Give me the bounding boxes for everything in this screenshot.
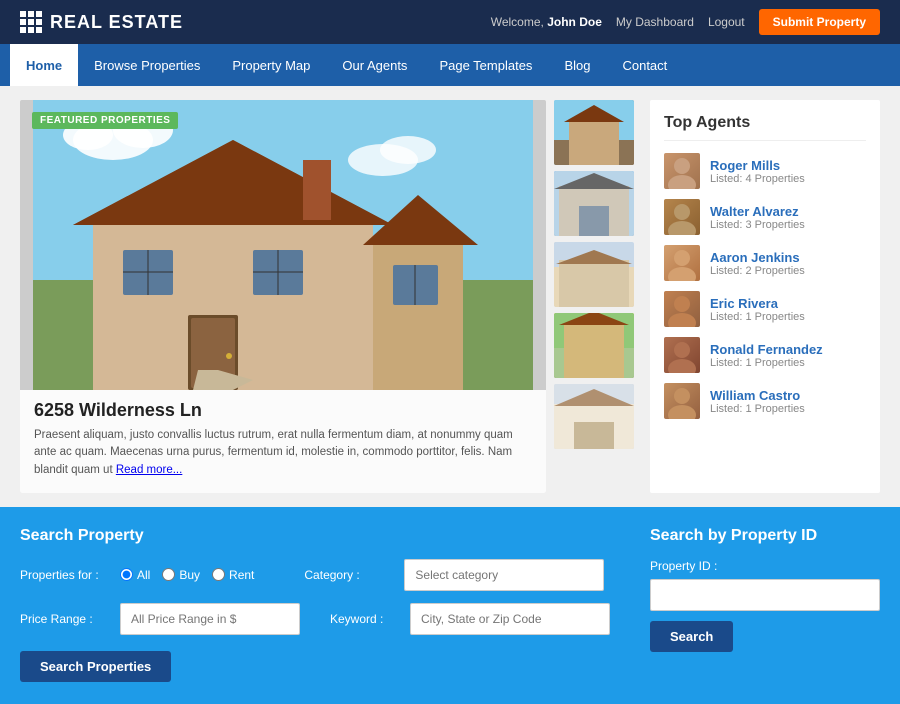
logo-text: REAL ESTATE bbox=[50, 12, 183, 33]
agent-avatar-6 bbox=[664, 383, 700, 419]
featured-description: Praesent aliquam, justo convallis luctus… bbox=[34, 427, 532, 479]
header-right: Welcome, John Doe My Dashboard Logout Su… bbox=[491, 9, 880, 35]
agent-listed-2: Listed: 3 Properties bbox=[710, 219, 805, 231]
nav-property-map[interactable]: Property Map bbox=[216, 44, 326, 86]
main-nav: Home Browse Properties Property Map Our … bbox=[0, 44, 900, 86]
nav-browse-properties[interactable]: Browse Properties bbox=[78, 44, 216, 86]
thumbnail-3[interactable] bbox=[554, 242, 634, 307]
logo-icon bbox=[20, 11, 42, 33]
featured-caption: 6258 Wilderness Ln Praesent aliquam, jus… bbox=[20, 390, 546, 493]
thumbnail-4[interactable] bbox=[554, 313, 634, 378]
read-more-link[interactable]: Read more... bbox=[116, 464, 182, 476]
property-id-input[interactable] bbox=[650, 579, 880, 611]
logout-link[interactable]: Logout bbox=[708, 15, 745, 29]
agent-avatar-5 bbox=[664, 337, 700, 373]
category-input[interactable] bbox=[404, 559, 604, 591]
price-range-row: Price Range : Keyword : bbox=[20, 603, 630, 635]
agent-avatar-3 bbox=[664, 245, 700, 281]
featured-title: 6258 Wilderness Ln bbox=[34, 400, 532, 421]
agent-info-6: William Castro Listed: 1 Properties bbox=[710, 388, 805, 415]
properties-for-row: Properties for : All Buy Rent Category : bbox=[20, 559, 630, 591]
agent-info-2: Walter Alvarez Listed: 3 Properties bbox=[710, 204, 805, 231]
agent-listed-3: Listed: 2 Properties bbox=[710, 265, 805, 277]
keyword-input[interactable] bbox=[410, 603, 610, 635]
thumbnail-2[interactable] bbox=[554, 171, 634, 236]
agent-listed-1: Listed: 4 Properties bbox=[710, 173, 805, 185]
featured-image bbox=[20, 100, 546, 390]
nav-contact[interactable]: Contact bbox=[606, 44, 683, 86]
agent-avatar-1 bbox=[664, 153, 700, 189]
featured-main: FEATURED PROPERTIES bbox=[20, 100, 546, 493]
agent-name-5[interactable]: Ronald Fernandez bbox=[710, 342, 823, 357]
thumbnail-5[interactable] bbox=[554, 384, 634, 449]
radio-buy-label: Buy bbox=[162, 568, 200, 582]
dashboard-link[interactable]: My Dashboard bbox=[616, 15, 694, 29]
search-id-button[interactable]: Search bbox=[650, 621, 733, 652]
thumbnail-1[interactable] bbox=[554, 100, 634, 165]
nav-page-templates[interactable]: Page Templates bbox=[423, 44, 548, 86]
price-range-input[interactable] bbox=[120, 603, 300, 635]
nav-our-agents[interactable]: Our Agents bbox=[326, 44, 423, 86]
agents-panel: Top Agents Roger Mills Listed: 4 Propert… bbox=[650, 100, 880, 493]
radio-group: All Buy Rent bbox=[120, 568, 254, 582]
property-id-label: Property ID : bbox=[650, 559, 880, 573]
agent-info-5: Ronald Fernandez Listed: 1 Properties bbox=[710, 342, 823, 369]
agents-title: Top Agents bbox=[664, 114, 866, 141]
agent-item: Aaron Jenkins Listed: 2 Properties bbox=[664, 245, 866, 281]
agent-listed-5: Listed: 1 Properties bbox=[710, 357, 823, 369]
featured-section: FEATURED PROPERTIES bbox=[20, 100, 634, 493]
agent-name-2[interactable]: Walter Alvarez bbox=[710, 204, 805, 219]
welcome-text: Welcome, John Doe bbox=[491, 15, 602, 29]
agent-info-4: Eric Rivera Listed: 1 Properties bbox=[710, 296, 805, 323]
radio-buy[interactable] bbox=[162, 568, 175, 581]
search-property-panel: Search Property Properties for : All Buy… bbox=[20, 527, 630, 682]
featured-badge: FEATURED PROPERTIES bbox=[32, 112, 178, 129]
agent-item: Ronald Fernandez Listed: 1 Properties bbox=[664, 337, 866, 373]
search-by-id-title: Search by Property ID bbox=[650, 527, 880, 545]
keyword-label: Keyword : bbox=[330, 612, 400, 626]
search-section: Search Property Properties for : All Buy… bbox=[0, 507, 900, 704]
category-label: Category : bbox=[304, 568, 394, 582]
radio-rent-label: Rent bbox=[212, 568, 254, 582]
agent-info-3: Aaron Jenkins Listed: 2 Properties bbox=[710, 250, 805, 277]
agent-avatar-4 bbox=[664, 291, 700, 327]
logo: REAL ESTATE bbox=[20, 11, 183, 33]
nav-blog[interactable]: Blog bbox=[548, 44, 606, 86]
properties-for-label: Properties for : bbox=[20, 568, 110, 582]
agent-item: Walter Alvarez Listed: 3 Properties bbox=[664, 199, 866, 235]
agent-name-6[interactable]: William Castro bbox=[710, 388, 805, 403]
radio-all-label: All bbox=[120, 568, 150, 582]
agent-name-1[interactable]: Roger Mills bbox=[710, 158, 805, 173]
agent-info-1: Roger Mills Listed: 4 Properties bbox=[710, 158, 805, 185]
submit-property-button[interactable]: Submit Property bbox=[759, 9, 880, 35]
nav-home[interactable]: Home bbox=[10, 44, 78, 86]
user-name: John Doe bbox=[547, 15, 602, 29]
price-range-label: Price Range : bbox=[20, 612, 110, 626]
search-properties-button[interactable]: Search Properties bbox=[20, 651, 171, 682]
thumbnail-column bbox=[554, 100, 634, 493]
agent-item: Eric Rivera Listed: 1 Properties bbox=[664, 291, 866, 327]
agent-listed-4: Listed: 1 Properties bbox=[710, 311, 805, 323]
agent-listed-6: Listed: 1 Properties bbox=[710, 403, 805, 415]
search-by-id-panel: Search by Property ID Property ID : Sear… bbox=[650, 527, 880, 682]
agent-name-3[interactable]: Aaron Jenkins bbox=[710, 250, 805, 265]
main-content: FEATURED PROPERTIES bbox=[0, 86, 900, 507]
agent-item: William Castro Listed: 1 Properties bbox=[664, 383, 866, 419]
header: REAL ESTATE Welcome, John Doe My Dashboa… bbox=[0, 0, 900, 44]
search-property-title: Search Property bbox=[20, 527, 630, 545]
agent-avatar-2 bbox=[664, 199, 700, 235]
agent-item: Roger Mills Listed: 4 Properties bbox=[664, 153, 866, 189]
radio-all[interactable] bbox=[120, 568, 133, 581]
radio-rent[interactable] bbox=[212, 568, 225, 581]
agent-name-4[interactable]: Eric Rivera bbox=[710, 296, 805, 311]
